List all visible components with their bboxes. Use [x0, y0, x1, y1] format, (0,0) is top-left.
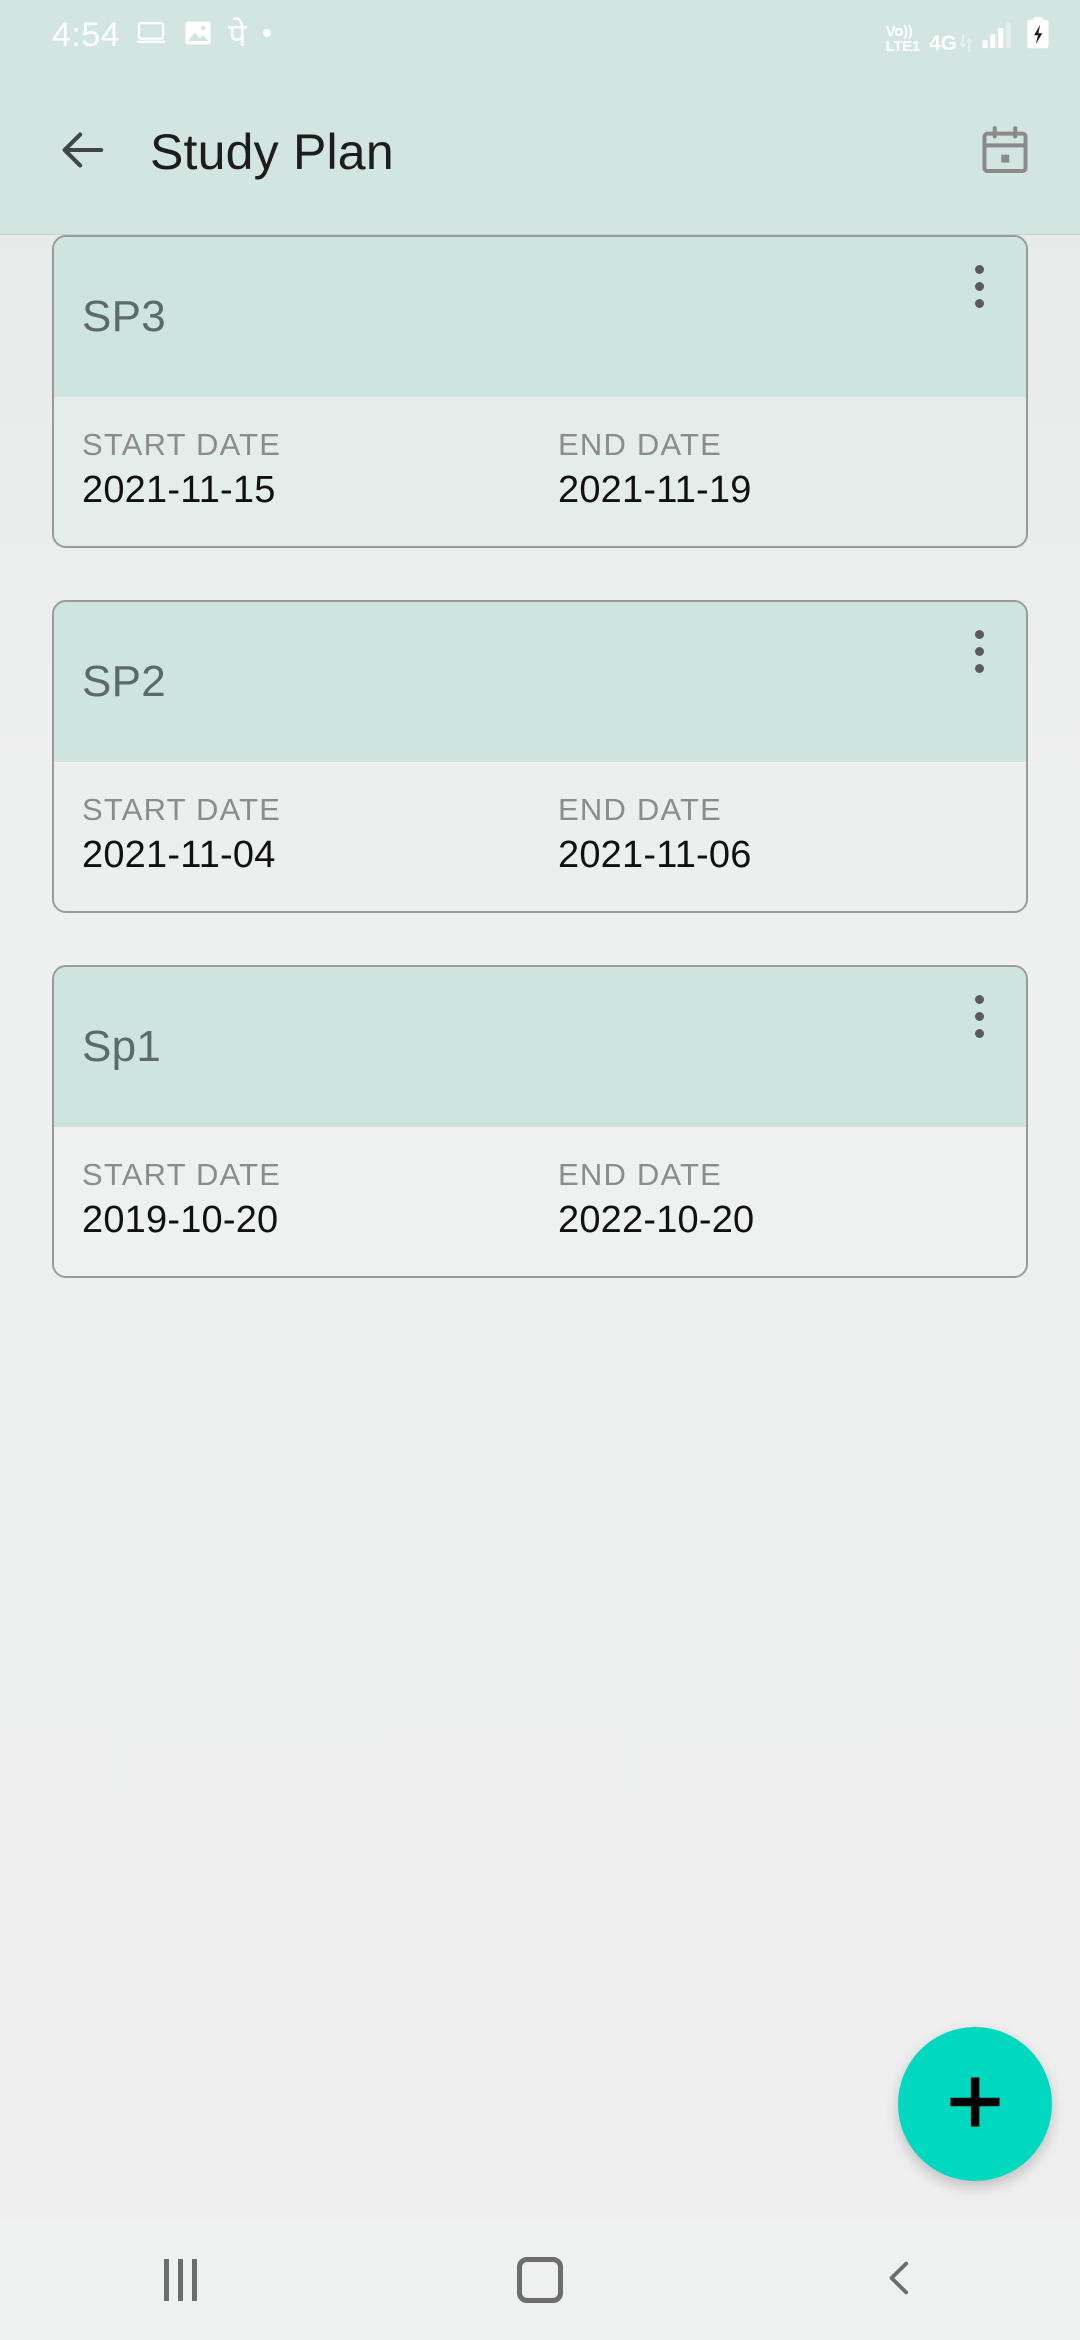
end-date-label: END DATE — [558, 1157, 723, 1192]
calendar-button[interactable] — [966, 113, 1044, 191]
home-icon — [517, 2257, 563, 2303]
card-header: SP2 — [54, 602, 1026, 762]
end-date-value: 2021-11-19 — [558, 469, 752, 511]
study-plan-card[interactable]: SP3 START DATE 2021-11-15 END DATE 2021-… — [52, 235, 1028, 548]
calendar-icon — [977, 122, 1033, 183]
end-date-column: END DATE 2021-11-19 — [540, 427, 998, 512]
end-date-value: 2021-11-06 — [558, 834, 752, 876]
signal-bars-icon — [981, 20, 1015, 55]
home-button[interactable] — [360, 2220, 720, 2340]
end-date-value: 2022-10-20 — [558, 1199, 755, 1241]
status-bar-left: 4:54 पे — [52, 16, 274, 55]
study-plan-card[interactable]: Sp1 START DATE 2019-10-20 END DATE 2022-… — [52, 965, 1028, 1278]
end-date-column: END DATE 2022-10-20 — [540, 1157, 998, 1242]
end-date-column: END DATE 2021-11-06 — [540, 792, 998, 877]
overflow-menu-button[interactable] — [948, 247, 1010, 325]
plus-icon — [940, 2067, 1010, 2142]
android-nav-bar — [0, 2220, 1080, 2340]
recents-icon — [163, 2259, 197, 2301]
phone-screen: 4:54 पे Vo)) LTE1 4G Study Plan SP3 STAR… — [0, 0, 1080, 2340]
status-bar-right: Vo)) LTE1 4G — [886, 16, 1052, 55]
overflow-menu-icon — [974, 264, 984, 308]
end-date-label: END DATE — [558, 792, 723, 827]
study-plan-list: SP3 START DATE 2021-11-15 END DATE 2021-… — [0, 235, 1080, 1330]
start-date-label: START DATE — [82, 427, 282, 462]
battery-charging-icon — [1024, 16, 1052, 55]
overflow-menu-icon — [974, 994, 984, 1038]
back-button[interactable] — [44, 113, 122, 191]
overflow-menu-icon — [974, 629, 984, 673]
overflow-menu-button[interactable] — [948, 977, 1010, 1055]
devanagari-glyph-text: पे — [228, 17, 247, 53]
card-header: SP3 — [54, 237, 1026, 397]
page-title: Study Plan — [150, 124, 394, 180]
lte-label: LTE1 — [885, 37, 921, 55]
status-bar-clock: 4:54 — [52, 16, 121, 54]
add-study-plan-fab[interactable] — [898, 2027, 1052, 2181]
network-label: 4G — [928, 31, 957, 55]
card-title: Sp1 — [82, 1022, 162, 1071]
devanagari-glyph-icon: पे — [228, 18, 246, 52]
start-date-column: START DATE 2019-10-20 — [82, 1157, 540, 1242]
volte-label: Vo)) — [885, 22, 913, 40]
app-bar: Study Plan — [0, 70, 1080, 235]
volte-icon: Vo)) LTE1 — [885, 22, 921, 55]
end-date-label: END DATE — [558, 427, 723, 462]
card-body: START DATE 2021-11-04 END DATE 2021-11-0… — [54, 762, 1026, 911]
laptop-icon — [134, 16, 168, 55]
data-arrows-icon — [959, 33, 972, 55]
start-date-value: 2019-10-20 — [82, 1199, 279, 1241]
overflow-menu-button[interactable] — [948, 612, 1010, 690]
nav-back-button[interactable] — [720, 2220, 1080, 2340]
dot-icon — [260, 26, 274, 45]
card-title: SP3 — [82, 292, 167, 341]
study-plan-card[interactable]: SP2 START DATE 2021-11-04 END DATE 2021-… — [52, 600, 1028, 913]
card-body: START DATE 2021-11-15 END DATE 2021-11-1… — [54, 397, 1026, 546]
start-date-column: START DATE 2021-11-04 — [82, 792, 540, 877]
start-date-label: START DATE — [82, 1157, 282, 1192]
image-icon — [182, 17, 214, 54]
start-date-value: 2021-11-04 — [82, 834, 276, 876]
recents-button[interactable] — [0, 2220, 360, 2340]
status-bar: 4:54 पे Vo)) LTE1 4G — [0, 0, 1080, 70]
arrow-left-icon — [54, 121, 112, 184]
card-title: SP2 — [82, 657, 167, 706]
card-body: START DATE 2019-10-20 END DATE 2022-10-2… — [54, 1127, 1026, 1276]
start-date-label: START DATE — [82, 792, 282, 827]
network-type-indicator: 4G — [928, 31, 972, 55]
back-chevron-icon — [877, 2255, 923, 2306]
start-date-value: 2021-11-15 — [82, 469, 276, 511]
card-header: Sp1 — [54, 967, 1026, 1127]
start-date-column: START DATE 2021-11-15 — [82, 427, 540, 512]
